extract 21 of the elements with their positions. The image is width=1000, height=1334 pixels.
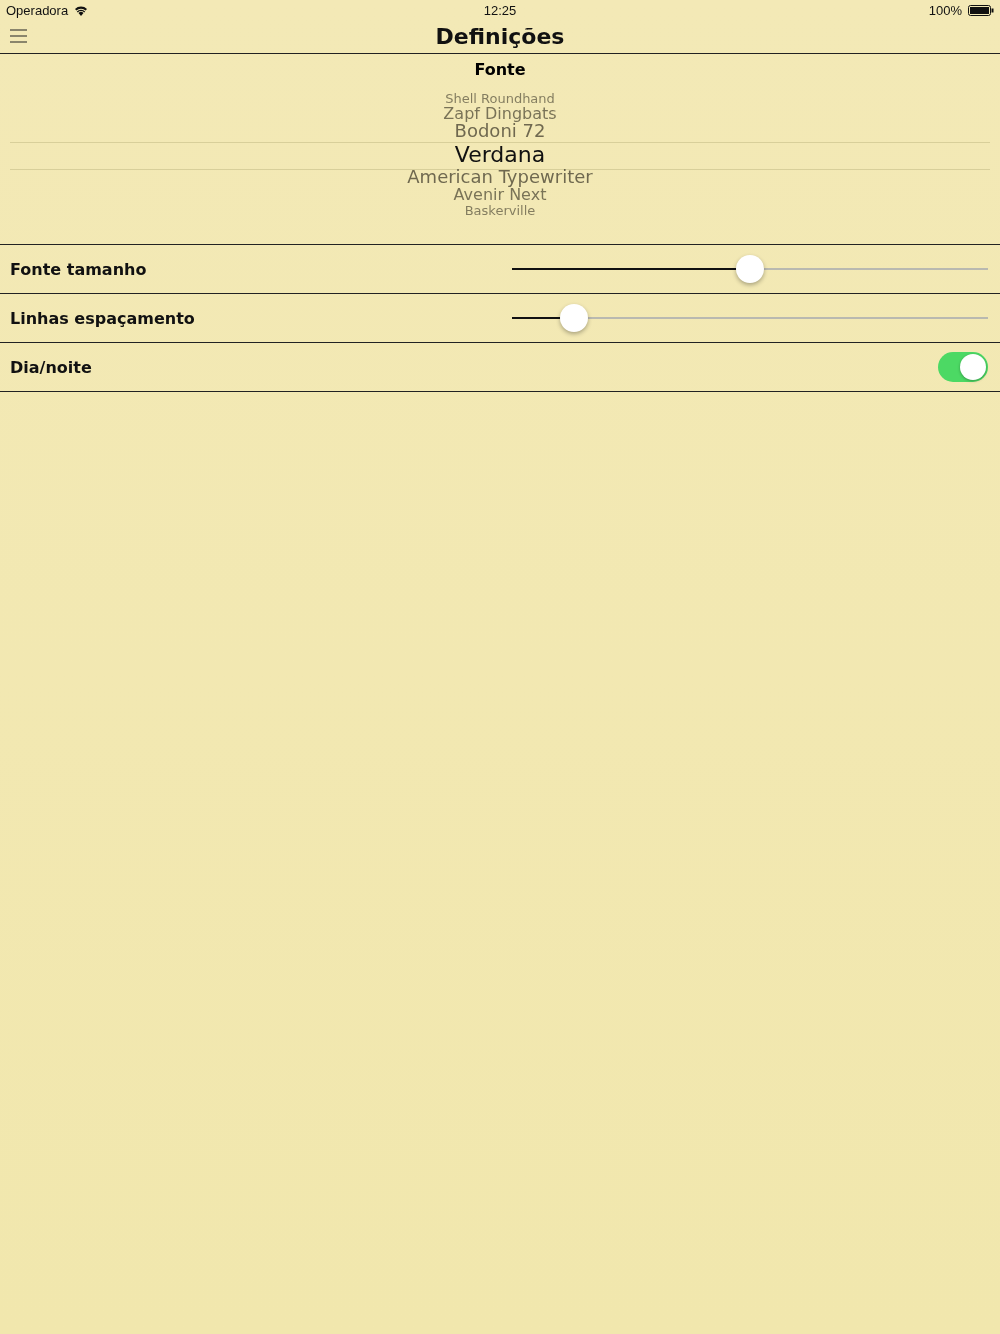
slider-thumb[interactable] [559, 304, 588, 332]
setting-label: Dia/noite [10, 357, 92, 377]
picker-option[interactable]: American Typewriter [407, 168, 593, 188]
battery-icon [968, 4, 994, 16]
picker-option[interactable]: Bodoni 72 [454, 122, 546, 142]
wifi-icon [74, 4, 89, 16]
section-heading: Fonte [474, 60, 526, 79]
toggle-switch[interactable] [938, 352, 988, 382]
picker-option[interactable]: Verdana [454, 143, 546, 167]
picker-option[interactable]: Zapf Dingbats [443, 105, 557, 123]
picker-option[interactable]: Avenir Next [453, 187, 547, 205]
setting-label: Fonte tamanho [10, 259, 147, 279]
battery-percent: 100% [928, 2, 962, 18]
setting-label: Linhas espaçamento [10, 308, 195, 328]
status-time: 12:25 [483, 2, 517, 18]
page-title: Definições [435, 24, 565, 49]
carrier-name: Operadora [6, 2, 69, 18]
menu-icon[interactable] [10, 29, 27, 43]
picker-option[interactable]: Shell Roundhand [445, 92, 555, 106]
slider-thumb[interactable] [736, 255, 764, 283]
picker-option[interactable]: Baskerville [464, 204, 536, 218]
